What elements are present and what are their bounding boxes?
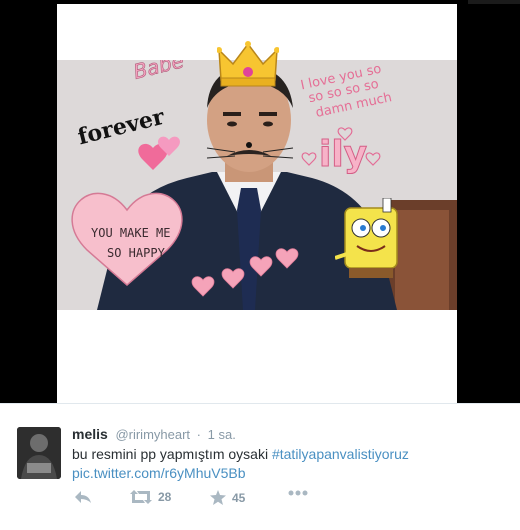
tweet-header: melis @ririmyheart · 1 sa. [72, 426, 236, 442]
header-separator: · [196, 427, 201, 442]
sticker-ily: ily [318, 134, 368, 176]
retweet-count: 28 [158, 490, 172, 504]
more-icon [288, 490, 308, 496]
media-link[interactable]: pic.twitter.com/r6yMhuV5Bb [72, 465, 246, 481]
reply-icon [75, 491, 91, 503]
media-lightbox: Babe forever I love you so so so so so d… [0, 0, 520, 403]
photo-image: Babe forever I love you so so so so so d… [57, 60, 457, 310]
user-name[interactable]: melis [72, 426, 108, 442]
spongebob-sticker [335, 198, 398, 278]
sticker-heart-line2: SO HAPPY [107, 246, 165, 260]
hashtag-link[interactable]: #tatilyapanvalistiyoruz [272, 446, 409, 462]
lightbox-close-bar[interactable] [468, 0, 520, 4]
reply-button[interactable] [74, 490, 92, 504]
tweet-body: bu resmini pp yapmıştım oysaki [72, 446, 269, 462]
crown-icon [217, 41, 279, 87]
tweet-timestamp[interactable]: 1 sa. [208, 427, 236, 442]
avatar[interactable] [17, 427, 61, 479]
favorite-icon [210, 490, 226, 505]
favorite-button[interactable]: 45 [210, 490, 245, 505]
retweet-button[interactable]: 28 [130, 490, 171, 504]
retweet-icon [130, 490, 152, 504]
more-button[interactable] [288, 490, 308, 496]
favorite-count: 45 [232, 490, 246, 505]
tweet-text: bu resmini pp yapmıştım oysaki #tatilyap… [72, 445, 502, 483]
sticker-heart-line1: YOU MAKE ME [91, 226, 171, 240]
tweet-card: melis @ririmyheart · 1 sa. bu resmini pp… [0, 403, 520, 530]
tweet-photo[interactable]: Babe forever I love you so so so so so d… [57, 4, 457, 403]
user-handle[interactable]: @ririmyheart [115, 427, 190, 442]
tweet-actions: 28 45 [74, 490, 374, 508]
